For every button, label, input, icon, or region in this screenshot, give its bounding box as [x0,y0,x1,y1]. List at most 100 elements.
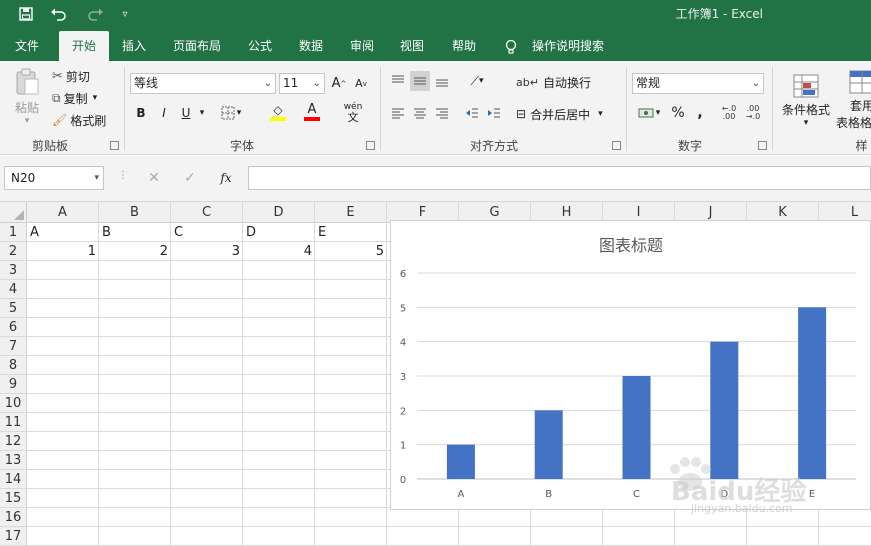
conditional-formatting-button[interactable]: 条件格式 ▾ [778,67,834,133]
lightbulb-icon[interactable] [502,31,520,61]
align-center-icon[interactable] [410,103,430,123]
bold-button[interactable]: B [132,103,150,123]
copy-label: 复制 [63,91,88,106]
format-as-table-button[interactable]: 套用 表格格 [836,67,871,133]
increase-indent-icon[interactable] [484,103,504,123]
cell-C1[interactable]: C [174,223,183,242]
comma-button[interactable]: , [692,103,708,123]
percent-button[interactable]: % [668,103,688,123]
decrease-font-icon[interactable]: Av [352,73,370,94]
select-all-corner[interactable] [0,202,27,223]
x-tick-label: B [545,489,552,500]
underline-button[interactable]: U [177,103,195,123]
cell-A1[interactable]: A [30,223,39,242]
cell-D1[interactable]: D [246,223,256,242]
number-launcher-icon[interactable] [758,141,767,150]
scissors-icon: ✂ [52,68,63,84]
name-box[interactable]: N20 ▾ [4,166,104,190]
wrap-text-button[interactable]: ab↵ 自动换行 [516,73,591,91]
row-header-12[interactable]: 12 [0,432,27,451]
format-as-table-label-2: 表格格 [836,116,871,130]
format-as-table-label-1: 套用 [850,99,871,113]
increase-decimal-icon[interactable]: ←.0.00 [718,103,740,123]
cancel-icon[interactable]: ✕ [144,168,164,188]
row-header-16[interactable]: 16 [0,508,27,527]
bar-b[interactable] [534,410,563,479]
row-header-8[interactable]: 8 [0,356,27,375]
tab-insert[interactable]: 插入 [113,31,155,61]
insert-function-icon[interactable]: fx [214,168,238,188]
increase-font-icon[interactable]: A ^ [330,73,348,94]
tell-me-search[interactable]: 操作说明搜索 [528,31,608,61]
row-header-10[interactable]: 10 [0,394,27,413]
copy-button[interactable]: ⧉ 复制 ▾ [52,89,97,107]
enter-icon[interactable]: ✓ [180,168,200,188]
cell-D2[interactable]: 4 [244,242,312,261]
row-header-9[interactable]: 9 [0,375,27,394]
number-format-select[interactable]: 常规 ⌄ [632,73,764,94]
row-header-5[interactable]: 5 [0,299,27,318]
accounting-format-icon[interactable]: ▾ [634,103,664,123]
fill-color-icon[interactable]: ◇ [262,101,294,123]
row-header-2[interactable]: 2 [0,242,27,261]
tab-page-layout[interactable]: 页面布局 [166,31,228,61]
row-header-17[interactable]: 17 [0,527,27,546]
column-header-a[interactable]: A [27,202,99,223]
column-header-e[interactable]: E [315,202,387,223]
font-color-icon[interactable]: A [296,101,328,123]
row-header-15[interactable]: 15 [0,489,27,508]
align-left-icon[interactable] [388,103,408,123]
decrease-indent-icon[interactable] [462,103,482,123]
cut-button[interactable]: ✂ 剪切 [52,67,90,85]
tab-view[interactable]: 视图 [391,31,433,61]
format-painter-button[interactable]: 🖌 格式刷 [52,111,106,129]
cell-C2[interactable]: 3 [172,242,240,261]
align-bottom-icon[interactable] [432,71,452,91]
row-header-1[interactable]: 1 [0,223,27,242]
tab-home[interactable]: 开始 [59,31,109,61]
align-right-icon[interactable] [432,103,452,123]
cell-B2[interactable]: 2 [100,242,168,261]
column-header-b[interactable]: B [99,202,171,223]
row-header-14[interactable]: 14 [0,470,27,489]
align-middle-icon[interactable] [410,71,430,91]
orientation-icon[interactable]: ⟋ ▾ [462,71,492,91]
alignment-group-label: 对齐方式 [469,139,518,153]
phonetic-icon[interactable]: wén 文 [338,101,368,123]
paste-button[interactable]: 粘贴 ▾ [8,67,46,127]
align-top-icon[interactable] [388,71,408,91]
row-header-6[interactable]: 6 [0,318,27,337]
column-header-d[interactable]: D [243,202,315,223]
tab-data[interactable]: 数据 [290,31,332,61]
bar-c[interactable] [622,376,651,479]
borders-icon[interactable]: ▾ [218,103,244,123]
alignment-launcher-icon[interactable] [612,141,621,150]
chart-title[interactable]: 图表标题 [599,236,663,255]
cell-E2[interactable]: 5 [316,242,384,261]
bar-a[interactable] [446,444,475,479]
cell-A2[interactable]: 1 [28,242,96,261]
font-name-select[interactable]: 等线 ⌄ [130,73,276,94]
tab-formulas[interactable]: 公式 [240,31,280,61]
chart-object[interactable]: 图表标题 0123456 ABCDE Baidu经验 jingyan.baidu… [390,220,871,515]
merge-center-button[interactable]: ⊟ 合并后居中 ▾ [516,105,603,123]
formula-input[interactable] [248,166,871,190]
tab-help[interactable]: 帮助 [443,31,485,61]
clipboard-launcher-icon[interactable] [110,141,119,150]
row-header-3[interactable]: 3 [0,261,27,280]
underline-dropdown-icon[interactable]: ▾ [197,103,207,123]
font-size-select[interactable]: 11 ⌄ [279,73,325,94]
row-header-4[interactable]: 4 [0,280,27,299]
decrease-decimal-icon[interactable]: .00 →.0 [742,103,764,123]
row-header-7[interactable]: 7 [0,337,27,356]
tab-review[interactable]: 审阅 [341,31,383,61]
tab-file[interactable]: 文件 [4,31,50,61]
cell-E1[interactable]: E [318,223,326,242]
column-header-c[interactable]: C [171,202,243,223]
cell-B1[interactable]: B [102,223,111,242]
font-launcher-icon[interactable] [366,141,375,150]
row-header-13[interactable]: 13 [0,451,27,470]
italic-button[interactable]: I [155,103,173,123]
number-group-label: 数字 [677,139,702,153]
row-header-11[interactable]: 11 [0,413,27,432]
